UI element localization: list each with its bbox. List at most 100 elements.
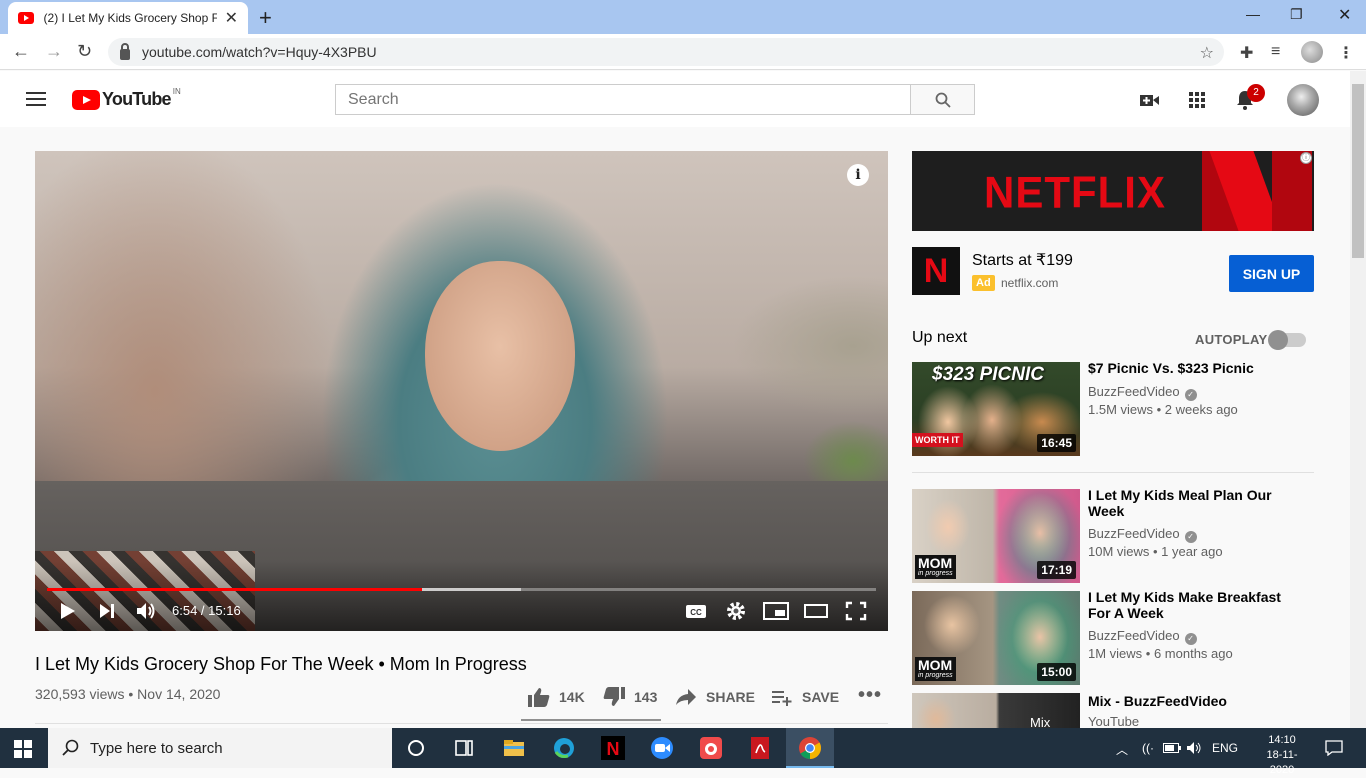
recommendation-title[interactable]: $7 Picnic Vs. $323 Picnic: [1088, 360, 1288, 376]
minimize-window-icon[interactable]: —: [1246, 6, 1260, 22]
video-duration: 16:45: [1037, 434, 1076, 452]
windows-start-icon[interactable]: [14, 740, 32, 758]
video-progress-bar[interactable]: [47, 588, 876, 591]
youtube-header: YouTube IN 2: [0, 71, 1350, 127]
scrollbar-thumb[interactable]: [1352, 84, 1364, 258]
netflix-logo[interactable]: N: [912, 247, 960, 295]
hamburger-menu-icon[interactable]: [26, 92, 46, 106]
youtube-logo[interactable]: YouTube IN: [72, 87, 181, 110]
save-button[interactable]: SAVE: [770, 686, 839, 708]
share-button[interactable]: SHARE: [674, 686, 755, 708]
channel-name[interactable]: YouTube: [1088, 714, 1139, 728]
video-thumbnail[interactable]: MOM in progress 15:00: [912, 591, 1080, 685]
recommendation-title[interactable]: I Let My Kids Make Breakfast For A Week: [1088, 589, 1288, 621]
restore-window-icon[interactable]: ❐: [1290, 6, 1303, 23]
mom-in-progress-logo: MOM in progress: [915, 555, 956, 579]
ad-domain[interactable]: netflix.com: [1001, 276, 1058, 290]
network-wifi-icon[interactable]: ((·: [1142, 741, 1154, 755]
ad-headline[interactable]: Starts at ₹199: [972, 250, 1073, 270]
new-tab-icon[interactable]: +: [259, 5, 272, 31]
browser-profile-avatar[interactable]: [1301, 41, 1323, 63]
close-window-icon[interactable]: ✕: [1338, 5, 1351, 25]
volume-icon[interactable]: [135, 601, 157, 621]
video-views-age: 10M views • 1 year ago: [1088, 544, 1223, 559]
thumbs-up-icon: [528, 688, 550, 707]
sign-up-button[interactable]: SIGN UP: [1229, 255, 1314, 292]
thumbnail-text: Mix: [1030, 715, 1051, 728]
channel-name[interactable]: BuzzFeedVideo ✓: [1088, 384, 1197, 401]
recommendation-title[interactable]: I Let My Kids Meal Plan Our Week: [1088, 487, 1288, 519]
like-count: 14K: [559, 689, 585, 705]
captions-icon[interactable]: CC: [685, 601, 707, 621]
thumbnail-text: MOM: [918, 555, 953, 571]
address-bar[interactable]: youtube.com/watch?v=Hquy-4X3PBU ☆: [108, 38, 1224, 66]
reload-icon[interactable]: ↻: [77, 41, 92, 62]
speaker-icon[interactable]: [1186, 741, 1202, 755]
apps-grid-icon[interactable]: [1186, 89, 1208, 111]
chrome-app-icon[interactable]: [798, 736, 822, 760]
add-to-playlist-icon: [772, 691, 792, 706]
show-hidden-icons-icon[interactable]: ︿: [1116, 741, 1128, 758]
clock-date: 18-11-2020: [1266, 749, 1298, 776]
account-avatar[interactable]: [1287, 84, 1319, 116]
ad-banner-brand: NETFLIX: [984, 167, 1166, 218]
battery-icon[interactable]: [1163, 742, 1181, 754]
file-explorer-icon[interactable]: [502, 736, 526, 760]
toggle-knob: [1268, 330, 1288, 350]
browser-tab[interactable]: (2) I Let My Kids Grocery Shop Fo ✕: [8, 2, 248, 34]
country-code: IN: [172, 87, 181, 96]
taskbar-clock[interactable]: 14:10 18-11-2020: [1262, 733, 1302, 778]
play-icon[interactable]: [57, 601, 77, 621]
recommendation-item[interactable]: MOM in progress 15:00 I Let My Kids Make …: [912, 589, 1314, 685]
more-actions-icon[interactable]: •••: [858, 684, 882, 706]
settings-gear-icon[interactable]: [725, 601, 747, 621]
thumbnail-text: MOM: [918, 657, 953, 673]
close-tab-icon[interactable]: ✕: [225, 8, 238, 28]
video-thumbnail[interactable]: MOM in progress 17:19: [912, 489, 1080, 583]
create-video-icon[interactable]: [1138, 89, 1160, 111]
recommendation-title[interactable]: Mix - BuzzFeedVideo: [1088, 693, 1288, 709]
action-center-icon[interactable]: [1325, 740, 1343, 756]
like-button[interactable]: 14K: [527, 686, 585, 708]
video-thumbnail[interactable]: Mix: [912, 693, 1080, 728]
channel-name[interactable]: BuzzFeedVideo ✓: [1088, 526, 1197, 543]
back-icon[interactable]: ←: [12, 41, 30, 62]
search-input[interactable]: [335, 84, 911, 115]
media-control-icon[interactable]: ≡: [1271, 43, 1280, 61]
autoplay-toggle[interactable]: [1268, 330, 1306, 350]
video-info-icon[interactable]: i: [847, 164, 869, 186]
netflix-ad-banner[interactable]: NETFLIX: [912, 151, 1314, 231]
search-button[interactable]: [910, 84, 975, 115]
dislike-count: 143: [634, 689, 658, 705]
video-thumbnail[interactable]: $323 PICNIC WORTH IT 16:45: [912, 362, 1080, 456]
thumbnail-subtext: in progress: [918, 570, 953, 577]
ad-badge: Ad: [972, 275, 995, 291]
youtube-logo-text: YouTube: [102, 89, 172, 109]
video-player[interactable]: i 6:54 / 15:16 CC: [35, 151, 888, 631]
task-view-icon[interactable]: [452, 736, 476, 760]
pdf-reader-icon[interactable]: [748, 736, 772, 760]
channel-name[interactable]: BuzzFeedVideo ✓: [1088, 628, 1197, 645]
ad-info-icon[interactable]: ⓘ: [1300, 152, 1312, 164]
search-icon: [62, 739, 79, 756]
extensions-icon[interactable]: ✚: [1240, 43, 1253, 63]
bookmark-star-icon[interactable]: ☆: [1200, 43, 1214, 63]
chrome-menu-icon[interactable]: ⋮: [1338, 43, 1354, 63]
recommendation-item[interactable]: Mix Mix - BuzzFeedVideo YouTube: [912, 693, 1314, 728]
edge-browser-icon[interactable]: [552, 736, 576, 760]
fullscreen-icon[interactable]: [845, 601, 867, 621]
input-language[interactable]: ENG: [1212, 741, 1238, 755]
cortana-icon[interactable]: [404, 736, 428, 760]
screen-recorder-icon[interactable]: [699, 736, 723, 760]
recommendation-item[interactable]: $323 PICNIC WORTH IT 16:45 $7 Picnic Vs.…: [912, 360, 1314, 456]
video-views-age: 1.5M views • 2 weeks ago: [1088, 402, 1238, 417]
zoom-app-icon[interactable]: [650, 736, 674, 760]
forward-icon[interactable]: →: [45, 41, 63, 62]
recommendation-item[interactable]: MOM in progress 17:19 I Let My Kids Meal …: [912, 487, 1314, 583]
miniplayer-icon[interactable]: [763, 601, 789, 621]
netflix-app-icon[interactable]: N: [601, 736, 625, 760]
taskbar-search-box[interactable]: Type here to search: [48, 728, 392, 768]
next-video-icon[interactable]: [97, 601, 117, 621]
dislike-button[interactable]: 143: [602, 686, 657, 708]
theater-mode-icon[interactable]: [803, 601, 829, 621]
